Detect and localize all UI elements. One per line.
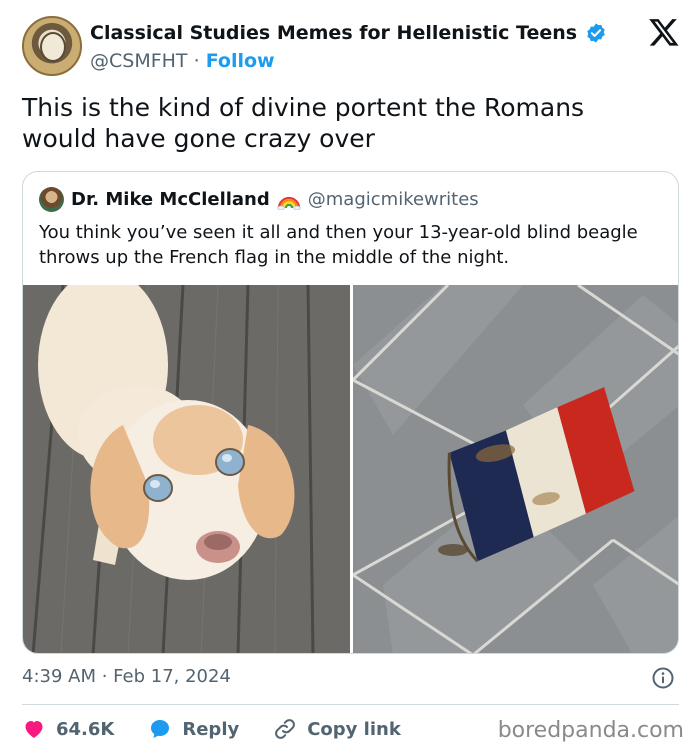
quoted-author-handle: @magicmikewrites [307, 189, 479, 210]
handle-separator: · [193, 50, 200, 72]
quoted-media [23, 285, 678, 653]
beagle-photo[interactable] [23, 285, 350, 653]
reply-label: Reply [182, 718, 240, 740]
flag-vomit-photo[interactable] [353, 285, 678, 653]
likes-count: 64.6K [56, 718, 115, 740]
quoted-post-text: You think you’ve seen it all and then yo… [39, 222, 638, 268]
post-text: This is the kind of divine portent the R… [22, 93, 585, 153]
link-icon [275, 719, 296, 739]
heart-icon [25, 721, 43, 738]
rainbow-emoji-icon [276, 196, 301, 210]
copy-link-button[interactable]: Copy link [273, 717, 401, 741]
quoted-post-header: Dr. Mike McClelland @magicmikewrites [39, 187, 479, 212]
like-button[interactable]: 64.6K [22, 717, 114, 741]
post-header: Classical Studies Memes for Hellenistic … [22, 16, 682, 80]
copy-link-label: Copy link [307, 718, 401, 740]
reply-button[interactable]: Reply [148, 717, 239, 741]
author-handle[interactable]: @CSMFHT [90, 50, 188, 72]
quoted-post[interactable]: Dr. Mike McClelland @magicmikewrites You… [22, 171, 679, 654]
author-name-row: Classical Studies Memes for Hellenistic … [90, 22, 607, 44]
avatar-face [40, 32, 66, 62]
author-handle-row: @CSMFHT · Follow [90, 50, 275, 72]
reply-bubble-icon [151, 720, 170, 738]
author-avatar[interactable] [22, 16, 82, 76]
author-display-name[interactable]: Classical Studies Memes for Hellenistic … [90, 22, 577, 44]
quoted-author-name: Dr. Mike McClelland [71, 189, 270, 210]
follow-button[interactable]: Follow [206, 50, 275, 72]
info-icon[interactable] [651, 666, 675, 690]
boredpanda-watermark: boredpanda.com [497, 718, 684, 743]
verified-badge-icon [587, 23, 605, 43]
x-logo-icon[interactable] [648, 16, 680, 48]
quoted-author-avatar [39, 187, 64, 212]
post-timestamp[interactable]: 4:39 AM · Feb 17, 2024 [22, 666, 231, 687]
divider [22, 704, 679, 705]
action-bar: 64.6K Reply Copy link [22, 714, 435, 744]
